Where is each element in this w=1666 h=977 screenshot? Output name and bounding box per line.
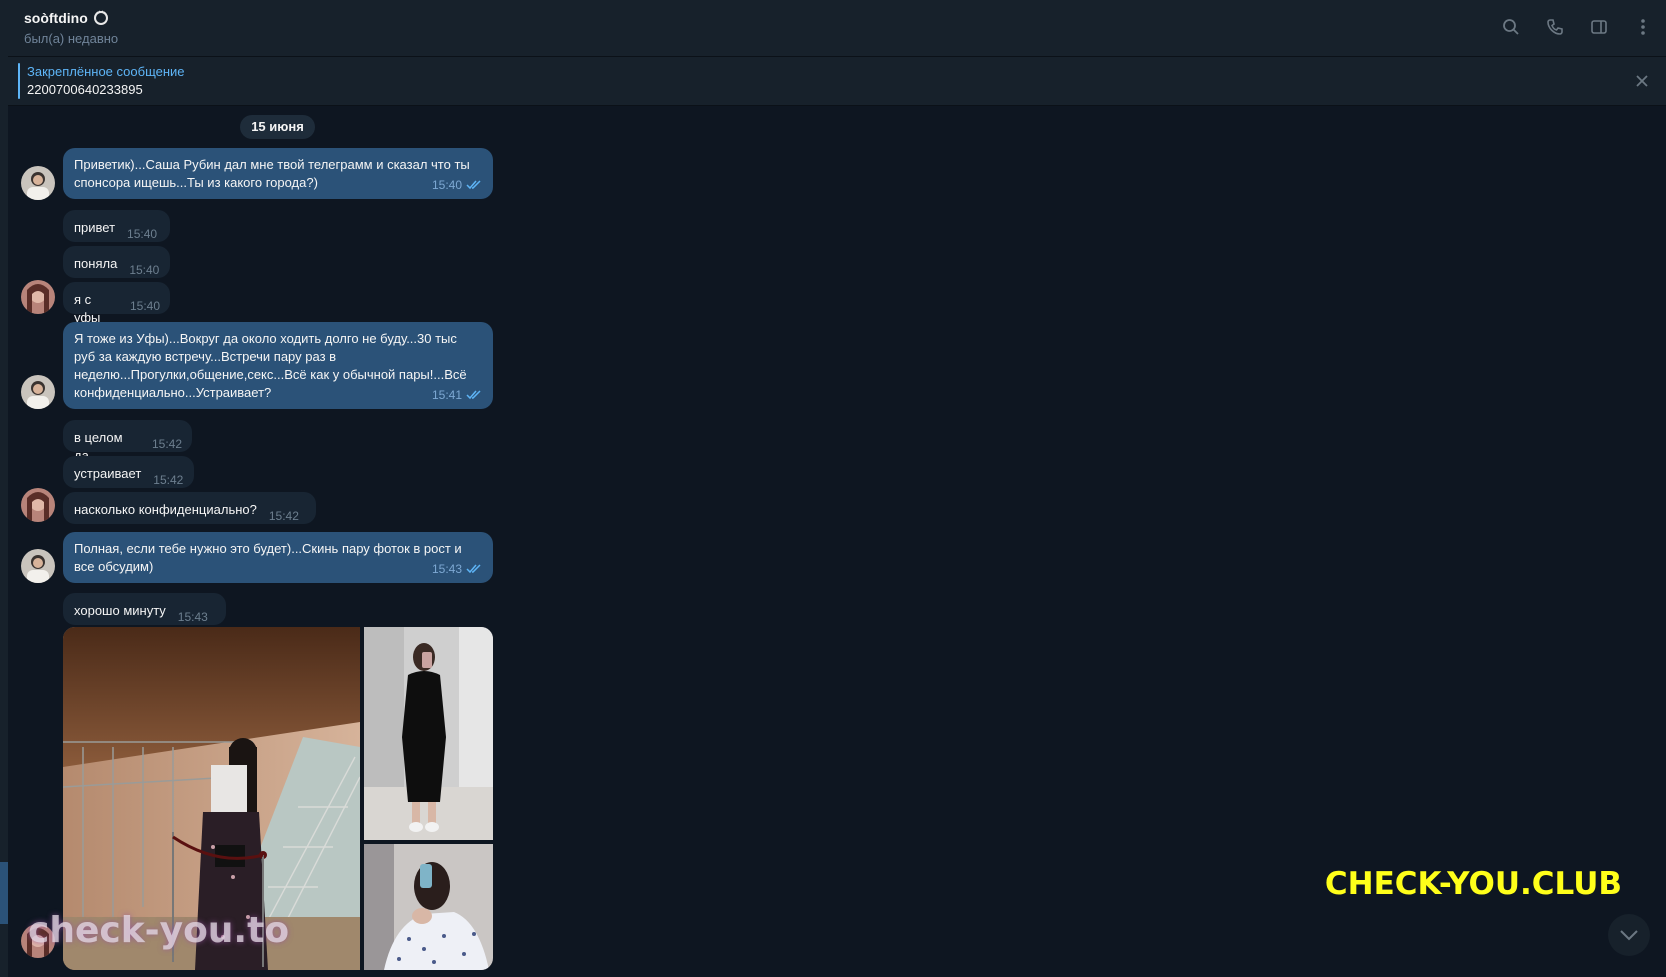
chat-title[interactable]: soòftdino — [24, 10, 109, 26]
avatar[interactable] — [21, 280, 55, 314]
pinned-text: 2200700640233895 — [27, 82, 143, 97]
message-text-line: Я тоже из Уфы)...Вокруг да около ходить … — [74, 331, 457, 346]
pinned-title: Закреплённое сообщение — [27, 64, 185, 79]
pinned-indicator — [18, 63, 20, 99]
watermark-left: check-you.to — [28, 910, 290, 951]
message-bubble-outgoing[interactable]: Приветик)...Саша Рубин дал мне твой теле… — [63, 148, 493, 199]
message-text-line: неделю...Прогулки,общение,секс...Всё как… — [74, 367, 467, 382]
message-bubble-incoming[interactable]: хорошо минуту 15:43 — [63, 593, 226, 625]
message-time: 15:40 — [127, 227, 158, 241]
sidebar-toggle-icon[interactable] — [1588, 16, 1610, 38]
avatar[interactable] — [21, 166, 55, 200]
message-time: 15:41 — [431, 388, 462, 402]
message-bubble-incoming[interactable]: поняла 15:40 — [63, 246, 170, 278]
chevron-down-icon — [1620, 930, 1638, 941]
message-time: 15:40 — [129, 299, 160, 313]
status-emoji-icon — [93, 10, 108, 25]
message-bubble-outgoing[interactable]: Полная, если тебе нужно это будет)...Ски… — [63, 532, 493, 583]
message-time: 15:42 — [153, 473, 184, 487]
chat-name-text: soòftdino — [24, 10, 88, 26]
search-icon[interactable] — [1500, 16, 1522, 38]
double-check-icon — [466, 390, 481, 400]
message-bubble-incoming[interactable]: в целом да 15:42 — [63, 420, 192, 463]
chat-status: был(а) недавно — [24, 31, 119, 46]
watermark-right: CHECK-YOU.CLUB — [1324, 866, 1622, 902]
message-time: 15:42 — [151, 437, 182, 451]
message-text-line: Полная, если тебе нужно это будет)...Ски… — [74, 541, 462, 556]
chat-header[interactable]: soòftdino был(а) недавно — [8, 0, 1666, 57]
message-text: привет — [74, 220, 116, 235]
message-text: устраивает — [74, 466, 142, 481]
message-text-line: руб за каждую встречу...Встречи пару раз… — [74, 349, 337, 364]
avatar[interactable] — [21, 375, 55, 409]
left-panel-selected-accent — [0, 862, 8, 924]
message-bubble-incoming[interactable]: я с уфы 15:40 — [63, 282, 170, 325]
more-vertical-icon[interactable] — [1632, 16, 1654, 38]
message-time: 15:43 — [177, 610, 208, 624]
close-icon[interactable] — [1632, 71, 1652, 91]
message-text: поняла — [74, 256, 118, 271]
pinned-message-bar[interactable]: Закреплённое сообщение 2200700640233895 — [8, 57, 1666, 106]
message-text-line: спонсора ищешь...Ты из какого города?) — [74, 175, 318, 190]
message-time: 15:40 — [431, 178, 462, 192]
scroll-down-button[interactable] — [1608, 914, 1650, 956]
left-panel-edge — [0, 0, 8, 977]
avatar[interactable] — [21, 549, 55, 583]
message-bubble-incoming[interactable]: привет 15:40 — [63, 210, 170, 242]
message-time: 15:42 — [268, 509, 299, 523]
date-separator: 15 июня — [240, 115, 315, 139]
message-text-line: конфиденциально...Устраивает? — [74, 385, 272, 400]
phone-icon[interactable] — [1544, 16, 1566, 38]
message-bubble-incoming[interactable]: насколько конфиденциально? 15:42 — [63, 492, 316, 524]
photo-mirror-floral-dress[interactable] — [364, 844, 493, 970]
avatar[interactable] — [21, 488, 55, 522]
message-text: хорошо минуту — [74, 603, 166, 618]
message-text-line: все обсудим) — [74, 559, 154, 574]
message-bubble-outgoing[interactable]: Я тоже из Уфы)...Вокруг да около ходить … — [63, 322, 493, 409]
message-text: насколько конфиденциально? — [74, 502, 257, 517]
message-time: 15:43 — [431, 562, 462, 576]
message-text-line: Приветик)...Саша Рубин дал мне твой теле… — [74, 157, 470, 172]
message-bubble-incoming[interactable]: устраивает 15:42 — [63, 456, 194, 488]
photo-mirror-black-dress[interactable] — [364, 627, 493, 840]
double-check-icon — [466, 180, 481, 190]
double-check-icon — [466, 564, 481, 574]
message-time: 15:40 — [129, 263, 160, 277]
